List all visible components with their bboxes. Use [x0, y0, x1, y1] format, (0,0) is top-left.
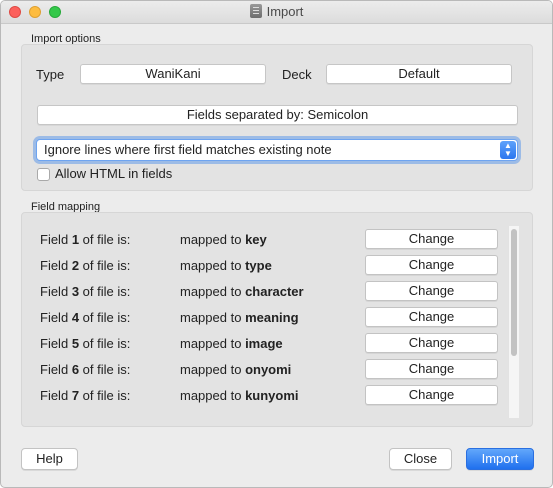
- field-suffix: of file is:: [82, 336, 131, 351]
- field-suffix: of file is:: [82, 362, 131, 377]
- field-prefix: Field: [40, 336, 69, 351]
- duplicate-handling-select[interactable]: Ignore lines where first field matches e…: [36, 139, 518, 161]
- allow-html-label[interactable]: Allow HTML in fields: [55, 166, 172, 181]
- field-suffix: of file is:: [82, 232, 131, 247]
- field-suffix: of file is:: [82, 284, 131, 299]
- window-title: Import: [266, 4, 304, 19]
- deck-button[interactable]: Default: [326, 64, 512, 84]
- field-index-label: Field 7 of file is:: [40, 388, 130, 403]
- field-index-label: Field 2 of file is:: [40, 258, 130, 273]
- mapped-to-label: mapped to character: [180, 284, 304, 299]
- mapped-prefix: mapped to: [180, 310, 242, 325]
- field-prefix: Field: [40, 362, 69, 377]
- field-index-label: Field 6 of file is:: [40, 362, 130, 377]
- field-mapping-row: Field 5 of file is: mapped to image Change: [35, 330, 509, 356]
- field-index-label: Field 3 of file is:: [40, 284, 130, 299]
- mapped-target: type: [245, 258, 272, 273]
- close-button[interactable]: Close: [389, 448, 452, 470]
- field-prefix: Field: [40, 232, 69, 247]
- import-dialog: Import Import options Type WaniKani Deck…: [0, 0, 553, 488]
- chevron-up-down-icon: ▲ ▼: [500, 141, 516, 159]
- field-prefix: Field: [40, 258, 69, 273]
- mapped-prefix: mapped to: [180, 388, 242, 403]
- field-prefix: Field: [40, 310, 69, 325]
- field-number: 7: [71, 388, 80, 403]
- mapped-target: meaning: [245, 310, 299, 325]
- change-mapping-button[interactable]: Change: [365, 281, 498, 301]
- field-suffix: of file is:: [82, 388, 131, 403]
- mapped-prefix: mapped to: [180, 362, 242, 377]
- mapped-target: onyomi: [245, 362, 292, 377]
- mapped-to-label: mapped to kunyomi: [180, 388, 299, 403]
- field-mapping-row: Field 2 of file is: mapped to type Change: [35, 252, 509, 278]
- field-number: 3: [71, 284, 80, 299]
- field-suffix: of file is:: [82, 258, 131, 273]
- change-mapping-button[interactable]: Change: [365, 333, 498, 353]
- change-mapping-button[interactable]: Change: [365, 385, 498, 405]
- fields-separator-button[interactable]: Fields separated by: Semicolon: [37, 105, 518, 125]
- type-label: Type: [36, 67, 65, 82]
- field-number: 1: [71, 232, 80, 247]
- help-button[interactable]: Help: [21, 448, 78, 470]
- field-mapping-group: Field 1 of file is: mapped to key Change Fi…: [21, 212, 533, 427]
- change-mapping-button[interactable]: Change: [365, 359, 498, 379]
- change-mapping-button[interactable]: Change: [365, 307, 498, 327]
- mapped-prefix: mapped to: [180, 336, 242, 351]
- field-index-label: Field 1 of file is:: [40, 232, 130, 247]
- field-index-label: Field 4 of file is:: [40, 310, 130, 325]
- mapped-to-label: mapped to image: [180, 336, 283, 351]
- field-mapping-list[interactable]: Field 1 of file is: mapped to key Change Fi…: [35, 226, 509, 418]
- mapped-to-label: mapped to meaning: [180, 310, 299, 325]
- field-number: 5: [71, 336, 80, 351]
- import-button[interactable]: Import: [466, 448, 534, 470]
- mapped-target: character: [245, 284, 304, 299]
- field-mapping-row: Field 3 of file is: mapped to character Ch…: [35, 278, 509, 304]
- field-number: 6: [71, 362, 80, 377]
- field-mapping-row: Field 4 of file is: mapped to meaning Chan…: [35, 304, 509, 330]
- window-title-wrap: Import: [1, 4, 552, 19]
- scrollbar-thumb[interactable]: [511, 229, 517, 356]
- field-mapping-row: Field 6 of file is: mapped to onyomi Chang…: [35, 356, 509, 382]
- field-number: 2: [71, 258, 80, 273]
- mapped-prefix: mapped to: [180, 258, 242, 273]
- mapped-to-label: mapped to onyomi: [180, 362, 291, 377]
- field-suffix: of file is:: [82, 310, 131, 325]
- allow-html-checkbox[interactable]: [37, 168, 50, 181]
- field-prefix: Field: [40, 388, 69, 403]
- field-mapping-row: Field 7 of file is: mapped to kunyomi Chan…: [35, 382, 509, 408]
- document-icon: [249, 4, 262, 18]
- duplicate-handling-value: Ignore lines where first field matches e…: [44, 142, 332, 157]
- mapped-target: key: [245, 232, 267, 247]
- scrollbar[interactable]: [508, 226, 519, 418]
- title-bar[interactable]: Import: [1, 1, 552, 24]
- mapped-prefix: mapped to: [180, 232, 242, 247]
- field-index-label: Field 5 of file is:: [40, 336, 130, 351]
- field-mapping-row: Field 1 of file is: mapped to key Change: [35, 226, 509, 252]
- field-prefix: Field: [40, 284, 69, 299]
- type-button[interactable]: WaniKani: [80, 64, 266, 84]
- mapped-target: kunyomi: [245, 388, 299, 403]
- field-number: 4: [71, 310, 80, 325]
- mapped-to-label: mapped to type: [180, 258, 272, 273]
- mapped-prefix: mapped to: [180, 284, 242, 299]
- change-mapping-button[interactable]: Change: [365, 229, 498, 249]
- mapped-target: image: [245, 336, 283, 351]
- import-options-group: Type WaniKani Deck Default Fields separa…: [21, 44, 533, 191]
- deck-label: Deck: [282, 67, 312, 82]
- change-mapping-button[interactable]: Change: [365, 255, 498, 275]
- mapped-to-label: mapped to key: [180, 232, 267, 247]
